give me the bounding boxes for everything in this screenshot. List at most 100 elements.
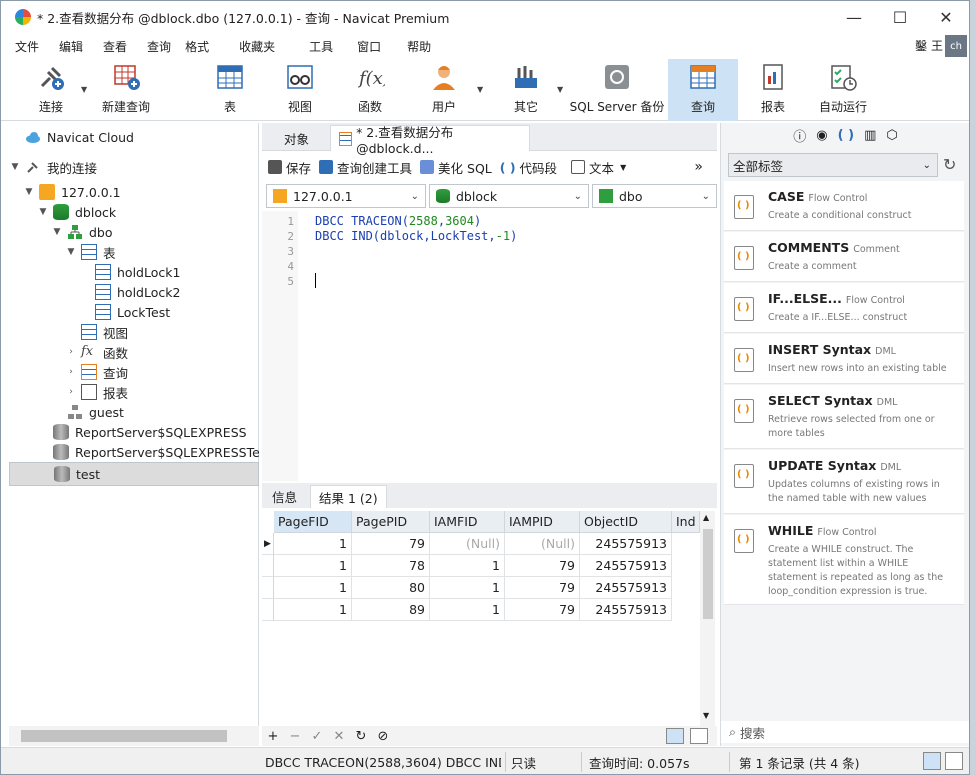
tab-query[interactable]: * 2.查看数据分布 @dblock.d... [330,125,530,156]
discard-changes-icon[interactable]: ✕ [328,729,350,744]
minimize-button[interactable]: — [831,1,877,33]
user-dropdown-icon[interactable]: ▼ [477,85,483,94]
refresh-icon[interactable]: ↻ [943,155,956,174]
result-grid[interactable]: ▲ ▼ PageFID PagePID IAMFID IAMPID ObjectID In… [262,511,715,726]
query-button[interactable]: 查询 [668,59,738,121]
table-cell[interactable]: 80 [352,577,430,599]
row-selector[interactable] [262,555,274,577]
chevron-right-icon[interactable]: › [65,347,77,357]
table-cell[interactable]: 245575913 [580,599,672,621]
scrollbar-thumb[interactable] [21,730,227,742]
snippet-filter-select[interactable]: 全部标签 ⌄ [728,153,938,177]
avatar[interactable]: ch [945,35,967,57]
stop-icon[interactable]: ⊘ [372,729,394,744]
snippet-icon[interactable]: ( ) [838,128,854,143]
tree-database-test[interactable]: test [9,462,259,486]
tree-views[interactable]: 视图 [81,322,128,342]
chevron-down-icon[interactable]: ▼ [65,247,77,257]
table-cell[interactable]: 1 [274,599,352,621]
sql-editor[interactable]: 1 2 3 4 5 DBCC TRACEON(2588,3604) DBCC I… [262,211,717,481]
table-cell[interactable]: 1 [430,555,505,577]
table-cell[interactable]: 245575913 [580,533,672,555]
menu-edit[interactable]: 编辑 [49,38,93,55]
tree-navicat-cloud[interactable]: Navicat Cloud [25,127,134,147]
chevron-right-icon[interactable]: › [65,387,77,397]
row-selector[interactable]: ▶ [262,533,274,555]
form-view-icon[interactable] [690,728,708,744]
report-button[interactable]: 报表 [751,59,795,121]
tree-table-locktest[interactable]: LockTest [95,302,170,322]
snippet-item[interactable]: WHILEFlow Control Create a WHILE construc… [724,515,964,605]
connect-dropdown-icon[interactable]: ▼ [81,85,87,94]
tree-table-holdlock1[interactable]: holdLock1 [95,262,180,282]
database-select[interactable]: dblock ⌄ [429,184,589,208]
tree-schema-dbo[interactable]: ▼ dbo [51,222,113,242]
apply-changes-icon[interactable]: ✓ [306,729,328,744]
table-cell[interactable]: 1 [430,599,505,621]
connection-select[interactable]: 127.0.0.1 ⌄ [266,184,426,208]
menu-favorites[interactable]: 收藏夹 [219,38,285,55]
table-cell[interactable]: 245575913 [580,555,672,577]
query-builder-button[interactable]: 查询创建工具 [319,158,412,177]
grid-view-icon[interactable] [666,728,684,744]
table-cell[interactable]: 245575913 [580,577,672,599]
tree-functions[interactable]: › fx 函数 [65,342,128,362]
column-header[interactable]: IAMFID [430,511,505,533]
table-cell[interactable]: 1 [274,533,352,555]
tree-server[interactable]: ▼ 127.0.0.1 [23,182,121,202]
save-button[interactable]: 保存 [268,158,311,177]
navigation-scrollbar[interactable] [9,726,259,746]
table-cell[interactable]: 78 [352,555,430,577]
text-button[interactable]: 文本 ▼ [571,158,626,177]
scroll-up-icon[interactable]: ▲ [703,513,709,522]
menu-tools[interactable]: 工具 [285,38,343,55]
tree-table-holdlock2[interactable]: holdLock2 [95,282,180,302]
menu-help[interactable]: 帮助 [391,38,441,55]
table-cell[interactable]: 79 [505,555,580,577]
column-header[interactable]: Ind [672,511,700,533]
tree-database-reportservertemp[interactable]: ReportServer$SQLEXPRESSTem [53,442,259,462]
tree-tables-folder[interactable]: ▼ 表 [65,242,116,262]
tree-my-connections[interactable]: ▼ 我的连接 [9,157,97,177]
snippet-search-input[interactable]: ⌕ 搜索 [721,721,969,743]
menu-file[interactable]: 文件 [1,38,49,55]
schema-select[interactable]: dbo ⌄ [592,184,717,208]
chevron-down-icon[interactable]: ▼ [23,187,35,197]
more-chevron-icon[interactable]: » [694,159,703,175]
tab-info[interactable]: 信息 [264,485,305,508]
close-button[interactable]: ✕ [923,1,969,33]
chevron-right-icon[interactable]: › [65,367,77,377]
table-cell[interactable]: 1 [430,577,505,599]
row-selector[interactable] [262,599,274,621]
chevron-down-icon[interactable]: ▼ [37,207,49,217]
automation-button[interactable]: 自动运行 [811,59,875,121]
view-button[interactable]: 视图 [277,59,323,121]
table-cell[interactable]: 1 [274,555,352,577]
table-cell[interactable]: (Null) [430,533,505,555]
tree-schema-guest[interactable]: guest [67,402,124,422]
table-cell[interactable]: 1 [274,577,352,599]
grid-vertical-scrollbar[interactable]: ▲ ▼ [700,511,715,726]
info-icon[interactable]: ⓘ [793,126,806,145]
table-cell[interactable]: 89 [352,599,430,621]
user-button[interactable]: 用户 [421,59,467,121]
column-header[interactable]: PagePID [352,511,430,533]
add-record-icon[interactable]: + [262,729,284,744]
table-cell[interactable]: 79 [352,533,430,555]
menu-query[interactable]: 查询 [137,38,175,55]
code-snippet-button[interactable]: ( ) 代码段 [500,158,557,177]
hexagon-icon[interactable]: ⬡ [886,128,897,143]
toggle-left-pane-icon[interactable] [923,752,941,770]
columns-icon[interactable]: ▥ [864,128,876,143]
new-query-button[interactable]: 新建查询 [97,59,155,121]
other-button[interactable]: 其它 [503,59,549,121]
tree-database-dblock[interactable]: ▼ dblock [37,202,116,222]
snippet-item[interactable]: CASEFlow Control Create a conditional con… [724,181,964,231]
column-header[interactable]: IAMPID [505,511,580,533]
beautify-sql-button[interactable]: 美化 SQL [420,158,492,177]
tab-objects[interactable]: 对象 [276,125,317,151]
backup-button[interactable]: SQL Server 备份 [569,59,665,121]
tree-database-reportserver[interactable]: ReportServer$SQLEXPRESS [53,422,247,442]
tree-reports[interactable]: › 报表 [65,382,128,402]
refresh-icon[interactable]: ↻ [350,729,372,744]
